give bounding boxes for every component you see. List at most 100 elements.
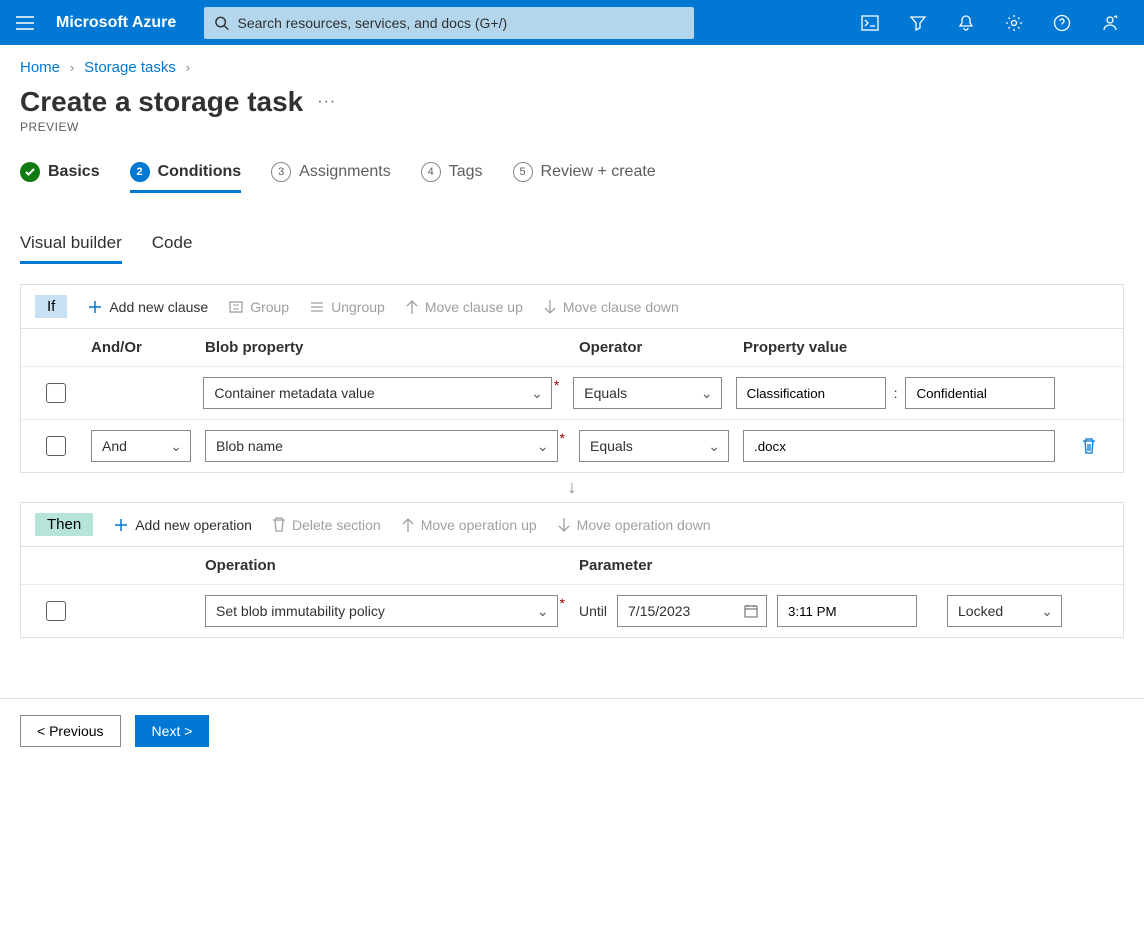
clause-row: Container metadata value ⌄ * Equals ⌄ :: [21, 366, 1123, 419]
lock-select[interactable]: Locked ⌄: [947, 595, 1062, 627]
col-property-value: Property value: [743, 339, 1055, 356]
add-clause-button[interactable]: Add new clause: [87, 299, 208, 315]
value-input[interactable]: [743, 430, 1055, 462]
chevron-down-icon: ⌄: [701, 385, 713, 402]
trash-icon: [1081, 437, 1097, 455]
if-panel: If Add new clause Group Ungroup Move cla…: [20, 284, 1124, 473]
chevron-down-icon: ⌄: [170, 438, 182, 455]
page-subtitle: PREVIEW: [0, 120, 1144, 154]
chevron-right-icon: ›: [186, 60, 190, 75]
subtabs: Visual builder Code: [0, 207, 1144, 264]
operator-select[interactable]: Equals ⌄: [573, 377, 721, 409]
step-label: Review + create: [541, 163, 656, 181]
crumb-home[interactable]: Home: [20, 59, 60, 76]
step-number: 3: [271, 162, 291, 182]
required-marker: *: [554, 377, 559, 393]
breadcrumb: Home › Storage tasks ›: [0, 45, 1144, 82]
arrow-up-icon: [405, 299, 419, 315]
step-conditions[interactable]: 2 Conditions: [130, 162, 242, 193]
arrow-down-icon: [557, 517, 571, 533]
chevron-down-icon: ⌄: [537, 438, 549, 455]
col-operator: Operator: [579, 339, 729, 356]
step-tags[interactable]: 4 Tags: [421, 162, 483, 193]
page-title: Create a storage task: [20, 86, 303, 118]
row-checkbox[interactable]: [46, 601, 66, 621]
step-number: 4: [421, 162, 441, 182]
title-bar: Create a storage task ···: [0, 82, 1144, 120]
tab-visual-builder[interactable]: Visual builder: [20, 233, 122, 264]
wizard-footer: < Previous Next >: [0, 698, 1144, 763]
operation-row: Set blob immutability policy ⌄ * Until 7…: [21, 584, 1123, 637]
chevron-right-icon: ›: [70, 60, 74, 75]
help-icon[interactable]: [1038, 0, 1086, 45]
chevron-down-icon: ⌄: [537, 603, 549, 620]
time-input[interactable]: [777, 595, 917, 627]
group-button[interactable]: Group: [228, 299, 289, 315]
ungroup-icon: [309, 299, 325, 315]
delete-row-button[interactable]: [1081, 437, 1097, 455]
search-box[interactable]: [204, 7, 694, 39]
then-panel: Then Add new operation Delete section Mo…: [20, 502, 1124, 638]
next-button[interactable]: Next >: [135, 715, 210, 747]
then-label: Then: [35, 513, 93, 536]
if-toolbar: If Add new clause Group Ungroup Move cla…: [21, 285, 1123, 329]
step-review-create[interactable]: 5 Review + create: [513, 162, 656, 193]
colon-separator: :: [894, 385, 898, 401]
blob-property-select[interactable]: Container metadata value ⌄: [203, 377, 551, 409]
chevron-down-icon: ⌄: [1041, 603, 1053, 620]
more-actions-button[interactable]: ···: [317, 93, 336, 111]
row-checkbox[interactable]: [46, 436, 66, 456]
if-label: If: [35, 295, 67, 318]
group-icon: [228, 299, 244, 315]
move-operation-up-button[interactable]: Move operation up: [401, 517, 537, 533]
wizard-steps: Basics 2 Conditions 3 Assignments 4 Tags…: [0, 154, 1144, 207]
clause-row: And ⌄ Blob name ⌄ * Equals ⌄: [21, 419, 1123, 472]
value-key-input[interactable]: [736, 377, 886, 409]
step-number: 2: [130, 162, 150, 182]
step-label: Tags: [449, 163, 483, 181]
move-operation-down-button[interactable]: Move operation down: [557, 517, 711, 533]
date-picker[interactable]: 7/15/2023: [617, 595, 767, 627]
filter-icon[interactable]: [894, 0, 942, 45]
search-wrap: [204, 7, 694, 39]
chevron-down-icon: ⌄: [708, 438, 720, 455]
required-marker: *: [560, 430, 565, 446]
move-clause-up-button[interactable]: Move clause up: [405, 299, 523, 315]
step-basics[interactable]: Basics: [20, 162, 100, 193]
cloud-shell-icon[interactable]: [846, 0, 894, 45]
andor-select[interactable]: And ⌄: [91, 430, 191, 462]
then-grid-header: Operation Parameter: [21, 547, 1123, 584]
operation-select[interactable]: Set blob immutability policy ⌄: [205, 595, 558, 627]
tab-code[interactable]: Code: [152, 233, 193, 264]
ungroup-button[interactable]: Ungroup: [309, 299, 385, 315]
search-input[interactable]: [238, 15, 685, 31]
step-label: Basics: [48, 163, 100, 181]
calendar-icon: [744, 604, 758, 618]
blob-property-select[interactable]: Blob name ⌄: [205, 430, 558, 462]
chevron-down-icon: ⌄: [531, 385, 543, 402]
col-parameter: Parameter: [579, 557, 1109, 574]
delete-section-button[interactable]: Delete section: [272, 517, 381, 533]
operator-select[interactable]: Equals ⌄: [579, 430, 729, 462]
menu-button[interactable]: [10, 16, 40, 30]
step-number: 5: [513, 162, 533, 182]
then-toolbar: Then Add new operation Delete section Mo…: [21, 503, 1123, 547]
brand-label: Microsoft Azure: [56, 14, 176, 32]
value-val-input[interactable]: [905, 377, 1055, 409]
flow-arrow-icon: ↓: [0, 473, 1144, 502]
previous-button[interactable]: < Previous: [20, 715, 121, 747]
top-right-icons: [846, 0, 1134, 45]
notifications-icon[interactable]: [942, 0, 990, 45]
check-icon: [20, 162, 40, 182]
feedback-icon[interactable]: [1086, 0, 1134, 45]
col-blob-property: Blob property: [205, 339, 565, 356]
trash-icon: [272, 517, 286, 533]
top-bar: Microsoft Azure: [0, 0, 1144, 45]
step-assignments[interactable]: 3 Assignments: [271, 162, 391, 193]
add-operation-button[interactable]: Add new operation: [113, 517, 252, 533]
crumb-storage-tasks[interactable]: Storage tasks: [84, 59, 176, 76]
row-checkbox[interactable]: [46, 383, 66, 403]
move-clause-down-button[interactable]: Move clause down: [543, 299, 679, 315]
settings-icon[interactable]: [990, 0, 1038, 45]
search-icon: [214, 15, 229, 31]
